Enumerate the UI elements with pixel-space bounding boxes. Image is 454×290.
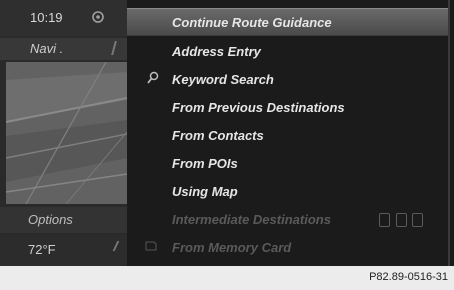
menu-item-continue-route-guidance[interactable]: Continue Route Guidance [127, 8, 449, 36]
clock: 10:19 [30, 10, 63, 25]
map-roads [6, 62, 127, 204]
sd-card-icon [379, 212, 390, 227]
media-source-icons [379, 211, 425, 227]
menu-item-label: From Memory Card [172, 240, 292, 255]
status-bar: 10:19 [0, 0, 127, 36]
usb-icon [412, 212, 424, 227]
menu-item-address-entry[interactable]: Address Entry [127, 38, 449, 64]
divider-icon [111, 41, 117, 55]
navi-menu-tab[interactable]: Navi . [0, 38, 127, 60]
screen: 10:19 Navi . Options 72°F Continue Route… [0, 0, 454, 266]
menu-item-intermediate-destinations[interactable]: Intermediate Destinations [127, 206, 449, 232]
menu-item-previous-destinations[interactable]: From Previous Destinations [127, 94, 449, 120]
figure-caption: P82.89-0516-31 [369, 271, 448, 283]
gps-icon [92, 11, 104, 23]
menu-item-keyword-search[interactable]: Keyword Search [127, 66, 449, 92]
map-preview[interactable] [6, 62, 127, 204]
menu-item-label: From POIs [172, 156, 238, 171]
divider-icon [112, 241, 120, 251]
menu-item-from-contacts[interactable]: From Contacts [127, 122, 449, 148]
options-button[interactable]: Options [0, 207, 127, 233]
options-label: Options [28, 212, 73, 227]
navi-label: Navi . [30, 41, 64, 56]
disc-icon [395, 212, 407, 227]
menu-item-label: Intermediate Destinations [172, 212, 331, 227]
menu-item-from-pois[interactable]: From POIs [127, 150, 449, 176]
menu-item-using-map[interactable]: Using Map [127, 178, 449, 204]
temperature-row: 72°F [0, 235, 127, 266]
search-icon [147, 71, 159, 84]
menu-item-label: From Contacts [172, 128, 264, 143]
menu-item-label: Using Map [172, 184, 238, 199]
menu-item-label: Keyword Search [172, 72, 274, 87]
temperature: 72°F [28, 242, 56, 257]
memory-card-icon [145, 241, 157, 251]
destination-menu: Continue Route Guidance Address Entry Ke… [127, 0, 454, 266]
menu-item-label: From Previous Destinations [172, 100, 345, 115]
left-panel: 10:19 Navi . Options 72°F [0, 0, 127, 266]
menu-item-label: Address Entry [172, 44, 261, 59]
menu-item-from-memory-card[interactable]: From Memory Card [127, 234, 449, 260]
menu-item-label: Continue Route Guidance [172, 15, 332, 30]
